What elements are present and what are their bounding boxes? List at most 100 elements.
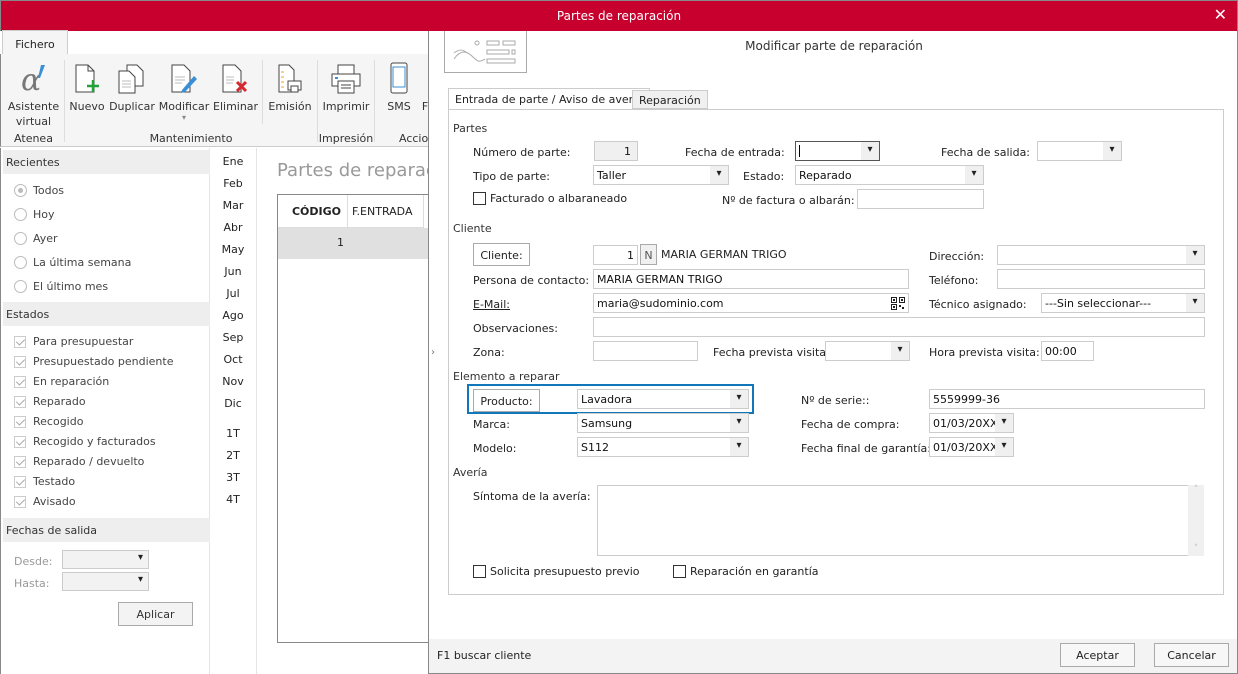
radio-ultima-semana[interactable]: La última semana xyxy=(14,256,131,269)
month-may[interactable]: May xyxy=(211,243,255,256)
radio-todos[interactable]: Todos xyxy=(14,184,64,197)
facturado-checkbox[interactable]: Facturado o albaraneado xyxy=(473,192,627,205)
month-dic[interactable]: Dic xyxy=(211,397,255,410)
contacto-field[interactable]: MARIA GERMAN TRIGO xyxy=(593,269,909,289)
month-oct[interactable]: Oct xyxy=(211,353,255,366)
asistente-virtual-button[interactable]: α Asistente virtual xyxy=(6,60,61,129)
tipo-parte-select[interactable]: Taller xyxy=(593,165,729,185)
check-recogido[interactable]: Recogido xyxy=(14,415,83,428)
zona-field[interactable] xyxy=(593,341,698,361)
checkbox-checked-icon xyxy=(14,335,26,348)
dialog-footer: F1 buscar cliente Aceptar Cancelar xyxy=(429,639,1237,673)
month-abr[interactable]: Abr xyxy=(211,221,255,234)
table-row[interactable]: 1 xyxy=(278,228,428,259)
fecha-entrada-field[interactable] xyxy=(795,141,880,161)
scroll-down-icon[interactable]: ˅ xyxy=(1188,544,1204,554)
radio-hoy[interactable]: Hoy xyxy=(14,208,55,221)
observaciones-field[interactable] xyxy=(593,317,1205,337)
checkbox-checked-icon xyxy=(14,435,26,448)
aplicar-button[interactable]: Aplicar xyxy=(118,602,193,626)
producto-button[interactable]: Producto: xyxy=(473,389,540,412)
hasta-date-combo[interactable] xyxy=(62,572,149,591)
cliente-button[interactable]: Cliente: xyxy=(473,243,530,266)
email-link[interactable]: E-Mail: xyxy=(473,298,510,311)
month-sep[interactable]: Sep xyxy=(211,331,255,344)
serie-field[interactable]: 5559999-36 xyxy=(929,389,1205,409)
quarter-4t[interactable]: 4T xyxy=(211,493,255,506)
sintoma-textarea[interactable] xyxy=(597,485,1189,556)
check-reparado[interactable]: Reparado xyxy=(14,395,86,408)
tab-entrada-parte[interactable]: Entrada de parte / Aviso de avería xyxy=(448,88,650,110)
solicita-presupuesto-checkbox[interactable]: Solicita presupuesto previo xyxy=(473,565,640,578)
direccion-select[interactable] xyxy=(997,245,1205,265)
tab-reparacion[interactable]: Reparación xyxy=(632,90,708,109)
nuevo-button[interactable]: Nuevo xyxy=(69,60,105,114)
expand-panel-chevron-icon[interactable]: › xyxy=(431,347,435,358)
quarter-3t[interactable]: 3T xyxy=(211,471,255,484)
modificar-button[interactable]: Modificar ▾ xyxy=(158,60,210,122)
telefono-field[interactable] xyxy=(997,269,1205,289)
new-cliente-button[interactable]: N xyxy=(640,244,657,265)
printer-icon xyxy=(322,60,370,94)
radio-ayer[interactable]: Ayer xyxy=(14,232,58,245)
qr-code-icon[interactable] xyxy=(891,297,905,312)
sms-button[interactable]: SMS xyxy=(381,60,417,114)
chevron-down-icon[interactable]: ▾ xyxy=(158,114,210,122)
month-jul[interactable]: Jul xyxy=(211,287,255,300)
fecha-compra-field[interactable]: 01/03/20XX xyxy=(929,413,1014,433)
cancelar-button[interactable]: Cancelar xyxy=(1154,643,1229,667)
check-recogido-facturados[interactable]: Recogido y facturados xyxy=(14,435,156,448)
reparacion-garantia-checkbox[interactable]: Reparación en garantía xyxy=(673,565,819,578)
emision-button[interactable]: Emisión xyxy=(267,60,313,114)
check-testado[interactable]: Testado xyxy=(14,475,75,488)
month-ene[interactable]: Ene xyxy=(211,155,255,168)
month-jun[interactable]: Jun xyxy=(211,265,255,278)
tecnico-select[interactable]: ---Sin seleccionar--- xyxy=(1041,293,1205,313)
hora-visita-field[interactable]: 00:00 xyxy=(1041,341,1094,361)
column-header-f-entrada[interactable]: F.ENTRADA xyxy=(348,195,424,228)
check-para-presupuestar[interactable]: Para presupuestar xyxy=(14,335,133,348)
cliente-name: MARIA GERMAN TRIGO xyxy=(661,248,787,261)
producto-select[interactable]: Lavadora xyxy=(577,389,749,409)
scroll-up-icon[interactable]: ˄ xyxy=(1188,485,1204,495)
estados-header: Estados xyxy=(3,302,210,326)
svg-text:α: α xyxy=(21,63,41,94)
tipo-parte-label: Tipo de parte: xyxy=(473,170,550,183)
aceptar-button[interactable]: Aceptar xyxy=(1060,643,1135,667)
sintoma-scrollbar[interactable]: ˄ ˅ xyxy=(1188,485,1204,556)
month-nov[interactable]: Nov xyxy=(211,375,255,388)
check-presupuestado-pendiente[interactable]: Presupuestado pendiente xyxy=(14,355,174,368)
month-mar[interactable]: Mar xyxy=(211,199,255,212)
radio-ultimo-mes[interactable]: El último mes xyxy=(14,280,108,293)
edit-document-icon xyxy=(158,60,210,94)
duplicar-button[interactable]: Duplicar xyxy=(108,60,156,114)
check-avisado[interactable]: Avisado xyxy=(14,495,76,508)
check-reparado-devuelto[interactable]: Reparado / devuelto xyxy=(14,455,144,468)
fecha-salida-field[interactable] xyxy=(1037,141,1122,161)
tab-fichero[interactable]: Fichero xyxy=(2,30,68,55)
modelo-select[interactable]: S112 xyxy=(577,437,749,457)
marca-select[interactable]: Samsung xyxy=(577,413,749,433)
desde-date-combo[interactable] xyxy=(62,550,149,569)
quarter-1t[interactable]: 1T xyxy=(211,427,255,440)
month-ago[interactable]: Ago xyxy=(211,309,255,322)
check-en-reparacion[interactable]: En reparación xyxy=(14,375,109,388)
cliente-group-label: Cliente xyxy=(453,222,492,235)
factura-field[interactable] xyxy=(857,189,984,209)
elemento-group-label: Elemento a reparar xyxy=(453,370,560,383)
radio-icon xyxy=(14,208,27,221)
checkbox-checked-icon xyxy=(14,475,26,488)
email-field[interactable]: maria@sudominio.com xyxy=(593,293,909,313)
close-icon[interactable]: ✕ xyxy=(1214,5,1227,24)
eliminar-button[interactable]: Eliminar xyxy=(213,60,258,114)
estado-select[interactable]: Reparado xyxy=(795,165,984,185)
month-feb[interactable]: Feb xyxy=(211,177,255,190)
contacto-label: Persona de contacto: xyxy=(473,274,590,287)
cliente-code-field[interactable]: 1 xyxy=(593,245,638,265)
quarter-2t[interactable]: 2T xyxy=(211,449,255,462)
numero-parte-label: Número de parte: xyxy=(473,146,571,159)
column-header-codigo[interactable]: CÓDIGO xyxy=(278,195,348,228)
imprimir-button[interactable]: Imprimir xyxy=(322,60,370,114)
fecha-garantia-field[interactable]: 01/03/20XX xyxy=(929,437,1014,457)
fecha-visita-field[interactable] xyxy=(825,341,910,361)
